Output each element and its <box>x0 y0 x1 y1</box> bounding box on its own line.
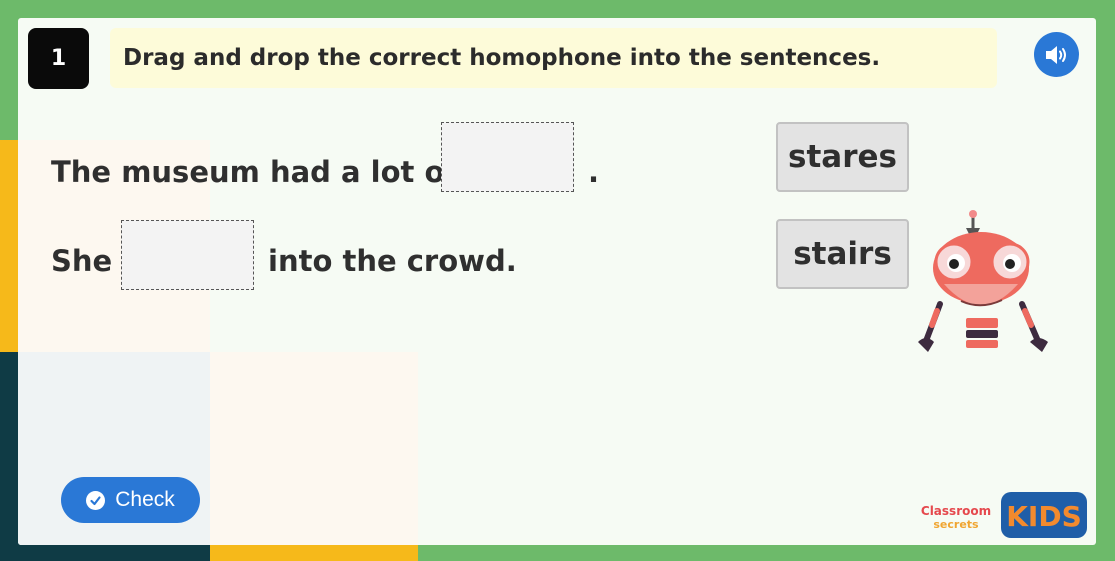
question-number: 1 <box>28 28 89 89</box>
instruction-text: Drag and drop the correct homophone into… <box>123 45 881 71</box>
decor-tint <box>210 352 418 545</box>
decor-yellow-strip-left <box>0 140 20 352</box>
svg-text:Classroom: Classroom <box>921 504 991 518</box>
decor-teal-strip-bottom <box>0 545 210 561</box>
check-circle-icon <box>86 490 106 510</box>
drop-zone-2[interactable] <box>121 220 254 290</box>
check-label: Check <box>115 488 175 511</box>
instruction-banner: Drag and drop the correct homophone into… <box>110 28 997 88</box>
svg-text:KIDS: KIDS <box>1006 500 1082 533</box>
classroom-secrets-logo: Classroom secrets <box>921 504 991 531</box>
audio-button[interactable] <box>1034 32 1079 77</box>
decor-yellow-strip-bottom <box>210 545 418 561</box>
sentence-2-start: She <box>51 244 113 278</box>
kids-logo: KIDS <box>1001 492 1087 538</box>
answer-tile-stairs[interactable]: stairs <box>776 219 909 289</box>
drop-zone-1[interactable] <box>441 122 574 192</box>
sentence-2-end: into the crowd. <box>268 244 517 278</box>
activity-card: 1 Drag and drop the correct homophone in… <box>18 18 1096 545</box>
decor-teal-strip-left <box>0 352 20 561</box>
svg-text:secrets: secrets <box>933 518 979 531</box>
speaker-icon <box>1045 45 1066 64</box>
sentence-1-end: . <box>588 155 600 189</box>
answer-tile-stares[interactable]: stares <box>776 122 909 192</box>
robot-mascot <box>918 210 1048 352</box>
check-button[interactable]: Check <box>61 477 200 523</box>
sentence-1-start: The museum had a lot of <box>51 155 458 189</box>
